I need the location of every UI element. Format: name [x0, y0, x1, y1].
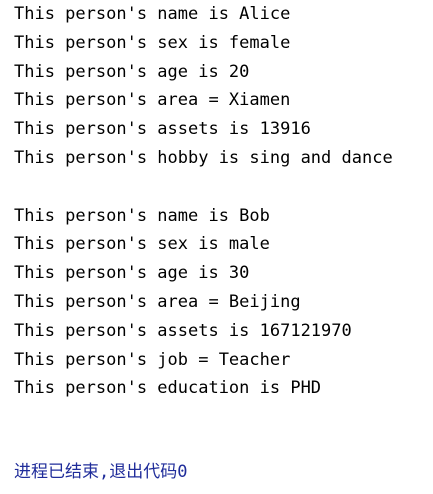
- console-line: This person's sex is male: [14, 234, 270, 255]
- console-line: This person's sex is female: [14, 32, 291, 53]
- console-line: This person's education is PHD: [14, 378, 322, 399]
- console-output: This person's name is Alice This person'…: [14, 0, 433, 494]
- console-line: This person's hobby is sing and dance: [14, 147, 393, 168]
- console-line: This person's age is 30: [14, 263, 250, 284]
- console-line: This person's name is Alice: [14, 4, 291, 24]
- process-exit-message: 进程已结束,退出代码0: [14, 462, 188, 482]
- console-line: This person's job = Teacher: [14, 349, 291, 370]
- console-line: This person's area = Xiamen: [14, 90, 291, 111]
- console-line: This person's age is 20: [14, 61, 250, 82]
- console-line: This person's area = Beijing: [14, 291, 301, 312]
- console-line: This person's assets is 167121970: [14, 320, 352, 341]
- console-line: This person's assets is 13916: [14, 119, 311, 140]
- console-line: This person's name is Bob: [14, 205, 270, 226]
